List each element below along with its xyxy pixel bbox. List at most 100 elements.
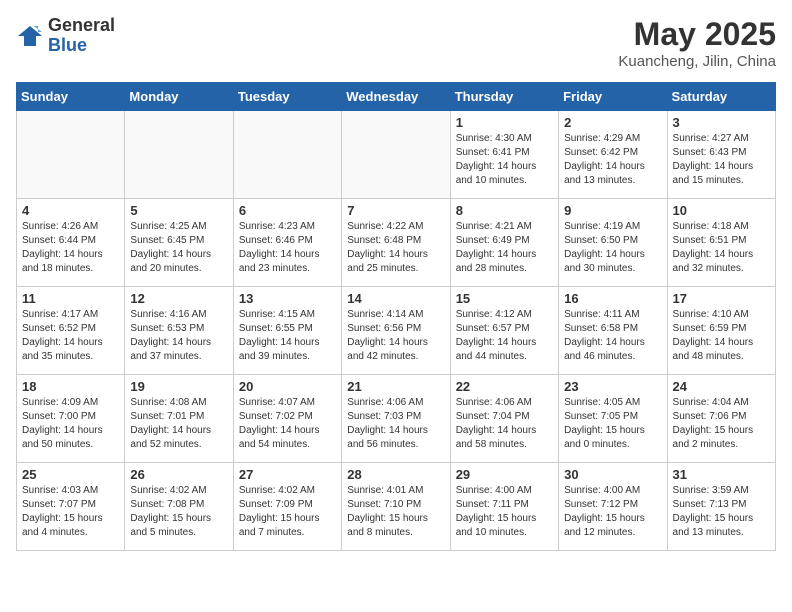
logo-general: General [48, 16, 115, 36]
day-info: Sunrise: 4:15 AM Sunset: 6:55 PM Dayligh… [239, 308, 336, 364]
calendar-cell: 16 Sunrise: 4:11 AM Sunset: 6:58 PM Dayli… [559, 287, 667, 375]
calendar-cell [342, 111, 450, 199]
day-info: Sunrise: 4:01 AM Sunset: 7:10 PM Dayligh… [347, 484, 444, 540]
calendar-week-row: 1Sunrise: 4:30 AM Sunset: 6:41 PM Daylig… [17, 111, 776, 199]
calendar-cell: 25 Sunrise: 4:03 AM Sunset: 7:07 PM Dayli… [17, 463, 125, 551]
day-info: Sunrise: 4:00 AM Sunset: 7:11 PM Dayligh… [456, 484, 553, 540]
calendar-cell: 13 Sunrise: 4:15 AM Sunset: 6:55 PM Dayli… [233, 287, 341, 375]
day-number: 18 [22, 379, 119, 394]
day-info: Sunrise: 4:26 AM Sunset: 6:44 PM Dayligh… [22, 220, 119, 276]
day-info: Sunrise: 4:05 AM Sunset: 7:05 PM Dayligh… [564, 396, 661, 452]
weekday-header: Sunday [17, 83, 125, 111]
calendar-cell: 7 Sunrise: 4:22 AM Sunset: 6:48 PM Daylig… [342, 199, 450, 287]
calendar-week-row: 25 Sunrise: 4:03 AM Sunset: 7:07 PM Dayli… [17, 463, 776, 551]
day-number: 27 [239, 467, 336, 482]
calendar-week-row: 18 Sunrise: 4:09 AM Sunset: 7:00 PM Dayli… [17, 375, 776, 463]
calendar-cell: 21 Sunrise: 4:06 AM Sunset: 7:03 PM Dayli… [342, 375, 450, 463]
day-number: 22 [456, 379, 553, 394]
calendar-cell: 12Sunrise: 4:16 AM Sunset: 6:53 PM Dayli… [125, 287, 233, 375]
weekday-header: Friday [559, 83, 667, 111]
calendar-cell: 15 Sunrise: 4:12 AM Sunset: 6:57 PM Dayli… [450, 287, 558, 375]
day-info: Sunrise: 4:25 AM Sunset: 6:45 PM Dayligh… [130, 220, 227, 276]
day-number: 7 [347, 203, 444, 218]
calendar-cell: 8 Sunrise: 4:21 AM Sunset: 6:49 PM Daylig… [450, 199, 558, 287]
calendar-cell: 1Sunrise: 4:30 AM Sunset: 6:41 PM Daylig… [450, 111, 558, 199]
logo-icon [16, 22, 44, 50]
day-number: 9 [564, 203, 661, 218]
logo-blue: Blue [48, 36, 115, 56]
calendar-cell: 22 Sunrise: 4:06 AM Sunset: 7:04 PM Dayli… [450, 375, 558, 463]
logo-text: General Blue [48, 16, 115, 56]
weekday-header: Tuesday [233, 83, 341, 111]
weekday-header: Thursday [450, 83, 558, 111]
day-info: Sunrise: 4:03 AM Sunset: 7:07 PM Dayligh… [22, 484, 119, 540]
calendar-week-row: 4 Sunrise: 4:26 AM Sunset: 6:44 PM Daylig… [17, 199, 776, 287]
calendar-cell: 14 Sunrise: 4:14 AM Sunset: 6:56 PM Dayli… [342, 287, 450, 375]
calendar-cell: 28 Sunrise: 4:01 AM Sunset: 7:10 PM Dayli… [342, 463, 450, 551]
logo: General Blue [16, 16, 115, 56]
day-info: Sunrise: 4:17 AM Sunset: 6:52 PM Dayligh… [22, 308, 119, 364]
calendar-cell: 4 Sunrise: 4:26 AM Sunset: 6:44 PM Daylig… [17, 199, 125, 287]
calendar-cell: 19Sunrise: 4:08 AM Sunset: 7:01 PM Dayli… [125, 375, 233, 463]
day-number: 8 [456, 203, 553, 218]
calendar-cell: 2 Sunrise: 4:29 AM Sunset: 6:42 PM Daylig… [559, 111, 667, 199]
calendar-cell: 10 Sunrise: 4:18 AM Sunset: 6:51 PM Dayli… [667, 199, 775, 287]
day-number: 3 [673, 115, 770, 130]
day-number: 25 [22, 467, 119, 482]
weekday-header: Wednesday [342, 83, 450, 111]
day-number: 19 [130, 379, 227, 394]
month-title: May 2025 [618, 16, 776, 53]
calendar-cell: 9 Sunrise: 4:19 AM Sunset: 6:50 PM Daylig… [559, 199, 667, 287]
calendar-table: SundayMondayTuesdayWednesdayThursdayFrid… [16, 82, 776, 551]
calendar-cell: 5Sunrise: 4:25 AM Sunset: 6:45 PM Daylig… [125, 199, 233, 287]
day-number: 10 [673, 203, 770, 218]
day-info: Sunrise: 4:18 AM Sunset: 6:51 PM Dayligh… [673, 220, 770, 276]
day-info: Sunrise: 4:02 AM Sunset: 7:08 PM Dayligh… [130, 484, 227, 540]
day-number: 23 [564, 379, 661, 394]
day-info: Sunrise: 4:06 AM Sunset: 7:04 PM Dayligh… [456, 396, 553, 452]
calendar-cell: 29Sunrise: 4:00 AM Sunset: 7:11 PM Dayli… [450, 463, 558, 551]
day-info: Sunrise: 4:14 AM Sunset: 6:56 PM Dayligh… [347, 308, 444, 364]
day-info: Sunrise: 4:16 AM Sunset: 6:53 PM Dayligh… [130, 308, 227, 364]
calendar-cell: 6Sunrise: 4:23 AM Sunset: 6:46 PM Daylig… [233, 199, 341, 287]
day-number: 11 [22, 291, 119, 306]
day-number: 1 [456, 115, 553, 130]
calendar-cell: 27Sunrise: 4:02 AM Sunset: 7:09 PM Dayli… [233, 463, 341, 551]
day-info: Sunrise: 4:21 AM Sunset: 6:49 PM Dayligh… [456, 220, 553, 276]
calendar-cell: 23 Sunrise: 4:05 AM Sunset: 7:05 PM Dayli… [559, 375, 667, 463]
day-number: 20 [239, 379, 336, 394]
day-number: 24 [673, 379, 770, 394]
day-info: Sunrise: 3:59 AM Sunset: 7:13 PM Dayligh… [673, 484, 770, 540]
calendar-cell: 20 Sunrise: 4:07 AM Sunset: 7:02 PM Dayli… [233, 375, 341, 463]
day-info: Sunrise: 4:06 AM Sunset: 7:03 PM Dayligh… [347, 396, 444, 452]
day-number: 14 [347, 291, 444, 306]
calendar-cell: 31Sunrise: 3:59 AM Sunset: 7:13 PM Dayli… [667, 463, 775, 551]
day-info: Sunrise: 4:04 AM Sunset: 7:06 PM Dayligh… [673, 396, 770, 452]
calendar-cell: 17Sunrise: 4:10 AM Sunset: 6:59 PM Dayli… [667, 287, 775, 375]
day-number: 28 [347, 467, 444, 482]
day-info: Sunrise: 4:19 AM Sunset: 6:50 PM Dayligh… [564, 220, 661, 276]
day-info: Sunrise: 4:09 AM Sunset: 7:00 PM Dayligh… [22, 396, 119, 452]
day-number: 21 [347, 379, 444, 394]
calendar-cell [233, 111, 341, 199]
day-info: Sunrise: 4:07 AM Sunset: 7:02 PM Dayligh… [239, 396, 336, 452]
day-number: 16 [564, 291, 661, 306]
calendar-cell [125, 111, 233, 199]
day-info: Sunrise: 4:29 AM Sunset: 6:42 PM Dayligh… [564, 132, 661, 188]
location: Kuancheng, Jilin, China [618, 53, 776, 70]
day-info: Sunrise: 4:22 AM Sunset: 6:48 PM Dayligh… [347, 220, 444, 276]
day-number: 4 [22, 203, 119, 218]
calendar-cell [17, 111, 125, 199]
day-info: Sunrise: 4:12 AM Sunset: 6:57 PM Dayligh… [456, 308, 553, 364]
weekday-header: Saturday [667, 83, 775, 111]
calendar-cell: 26Sunrise: 4:02 AM Sunset: 7:08 PM Dayli… [125, 463, 233, 551]
day-info: Sunrise: 4:23 AM Sunset: 6:46 PM Dayligh… [239, 220, 336, 276]
day-info: Sunrise: 4:11 AM Sunset: 6:58 PM Dayligh… [564, 308, 661, 364]
calendar-cell: 3Sunrise: 4:27 AM Sunset: 6:43 PM Daylig… [667, 111, 775, 199]
day-number: 2 [564, 115, 661, 130]
day-number: 13 [239, 291, 336, 306]
day-number: 15 [456, 291, 553, 306]
day-number: 17 [673, 291, 770, 306]
page-header: General Blue May 2025 Kuancheng, Jilin, … [16, 16, 776, 70]
calendar-cell: 11 Sunrise: 4:17 AM Sunset: 6:52 PM Dayli… [17, 287, 125, 375]
